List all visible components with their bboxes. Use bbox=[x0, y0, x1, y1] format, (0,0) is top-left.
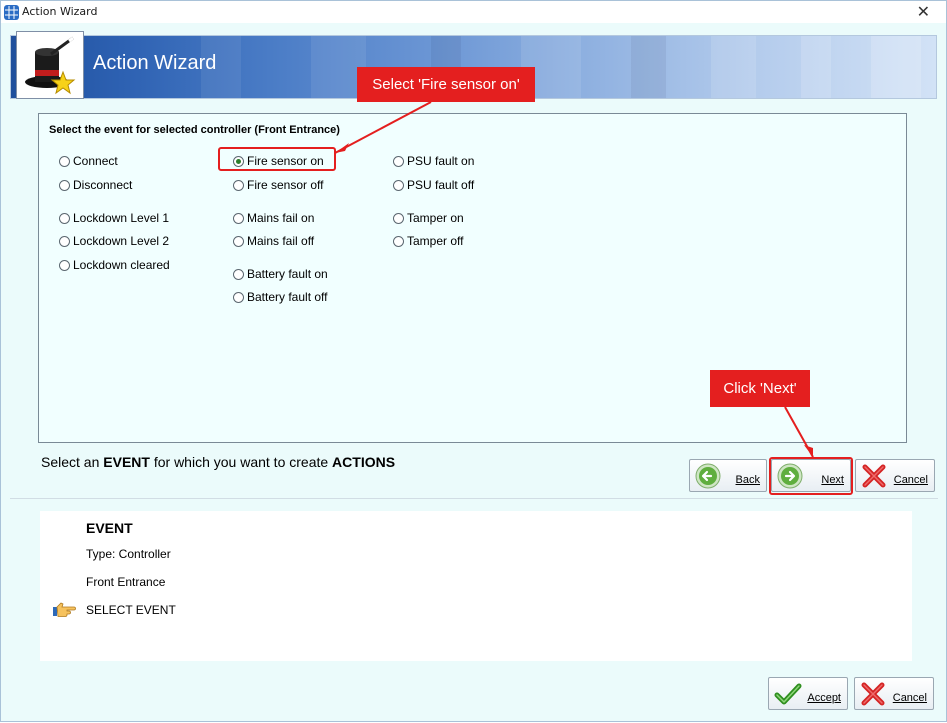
instruction-middle: for which you want to create bbox=[153, 454, 329, 470]
radio-label: Mains fail on bbox=[247, 211, 315, 225]
radio-battery-fault-off[interactable]: Battery fault off bbox=[233, 290, 328, 304]
cancel-button-label: Cancel bbox=[893, 474, 928, 486]
back-button[interactable]: Back bbox=[689, 459, 767, 492]
highlight-next-button bbox=[769, 457, 853, 495]
radio-label: Disconnect bbox=[73, 178, 133, 192]
back-arrow-icon bbox=[695, 463, 721, 489]
radio-label: Tamper off bbox=[407, 234, 464, 248]
accept-button-label: Accept bbox=[807, 692, 841, 704]
footer-cancel-button-label: Cancel bbox=[892, 692, 927, 704]
action-wizard-window: Action Wizard ✕ Action Wizard Select the… bbox=[0, 0, 947, 722]
radio-circle[interactable] bbox=[393, 235, 404, 247]
radio-label: Fire sensor off bbox=[247, 178, 324, 192]
divider bbox=[10, 498, 938, 499]
window-title: Action Wizard bbox=[22, 5, 98, 18]
radio-battery-fault-on[interactable]: Battery fault on bbox=[233, 267, 328, 281]
radio-circle[interactable] bbox=[233, 179, 244, 191]
radio-label: Lockdown Level 1 bbox=[73, 211, 170, 225]
radio-circle[interactable] bbox=[393, 179, 404, 191]
radio-circle[interactable] bbox=[233, 268, 244, 280]
back-button-label: Back bbox=[735, 474, 760, 486]
callout-select-fire-sensor: Select 'Fire sensor on' bbox=[357, 67, 535, 102]
cancel-button[interactable]: Cancel bbox=[855, 459, 935, 492]
radio-label: Lockdown Level 2 bbox=[73, 234, 170, 248]
instruction-emphasis-event: EVENT bbox=[103, 454, 150, 470]
radio-psu-fault-off[interactable]: PSU fault off bbox=[393, 178, 474, 192]
radio-tamper-on[interactable]: Tamper on bbox=[393, 211, 464, 225]
radio-circle[interactable] bbox=[59, 155, 70, 167]
summary-panel: EVENT Type: Controller Front Entrance SE… bbox=[40, 511, 912, 661]
radio-mains-fail-off[interactable]: Mains fail off bbox=[233, 234, 314, 248]
radio-circle[interactable] bbox=[59, 235, 70, 247]
check-icon bbox=[774, 683, 802, 705]
magic-hat-icon bbox=[16, 31, 84, 99]
radio-label: Battery fault on bbox=[247, 267, 328, 281]
title-bar: Action Wizard ✕ bbox=[1, 1, 946, 23]
panel-heading: Select the event for selected controller… bbox=[49, 124, 340, 136]
summary-type: Type: Controller bbox=[86, 547, 171, 561]
radio-lockdown-level-2[interactable]: Lockdown Level 2 bbox=[59, 234, 169, 248]
red-x-icon bbox=[861, 682, 885, 706]
app-grid-icon bbox=[4, 5, 19, 20]
radio-label: Mains fail off bbox=[247, 234, 315, 248]
close-icon[interactable]: ✕ bbox=[917, 2, 930, 21]
radio-label: PSU fault off bbox=[407, 178, 475, 192]
radio-fire-sensor-off[interactable]: Fire sensor off bbox=[233, 178, 323, 192]
radio-circle[interactable] bbox=[59, 259, 70, 271]
radio-circle[interactable] bbox=[59, 212, 70, 224]
instruction-emphasis-actions: ACTIONS bbox=[332, 454, 396, 470]
radio-label: Lockdown cleared bbox=[73, 258, 170, 272]
radio-circle[interactable] bbox=[393, 212, 404, 224]
footer-cancel-button[interactable]: Cancel bbox=[854, 677, 934, 710]
radio-circle[interactable] bbox=[393, 155, 404, 167]
radio-label: Battery fault off bbox=[247, 290, 328, 304]
radio-circle[interactable] bbox=[59, 179, 70, 191]
radio-label: PSU fault on bbox=[407, 154, 475, 168]
radio-circle[interactable] bbox=[233, 291, 244, 303]
red-x-icon bbox=[862, 464, 886, 488]
callout-click-next: Click 'Next' bbox=[710, 370, 810, 407]
radio-disconnect[interactable]: Disconnect bbox=[59, 178, 132, 192]
summary-title: EVENT bbox=[86, 520, 133, 536]
radio-tamper-off[interactable]: Tamper off bbox=[393, 234, 463, 248]
radio-psu-fault-on[interactable]: PSU fault on bbox=[393, 154, 474, 168]
accept-button[interactable]: Accept bbox=[768, 677, 848, 710]
radio-connect[interactable]: Connect bbox=[59, 154, 118, 168]
banner-title: Action Wizard bbox=[93, 52, 217, 74]
instruction-text: Select an EVENT for which you want to cr… bbox=[41, 454, 395, 470]
summary-controller: Front Entrance bbox=[86, 575, 166, 589]
summary-current-step: SELECT EVENT bbox=[86, 603, 176, 617]
radio-lockdown-cleared[interactable]: Lockdown cleared bbox=[59, 258, 170, 272]
radio-label: Connect bbox=[73, 154, 118, 168]
pointing-hand-icon bbox=[53, 602, 76, 617]
radio-circle[interactable] bbox=[233, 235, 244, 247]
radio-mains-fail-on[interactable]: Mains fail on bbox=[233, 211, 314, 225]
arrow-head bbox=[804, 445, 813, 457]
instruction-prefix: Select an bbox=[41, 454, 100, 470]
highlight-fire-sensor-on bbox=[218, 147, 336, 171]
radio-circle[interactable] bbox=[233, 212, 244, 224]
radio-lockdown-level-1[interactable]: Lockdown Level 1 bbox=[59, 211, 169, 225]
radio-label: Tamper on bbox=[407, 211, 464, 225]
